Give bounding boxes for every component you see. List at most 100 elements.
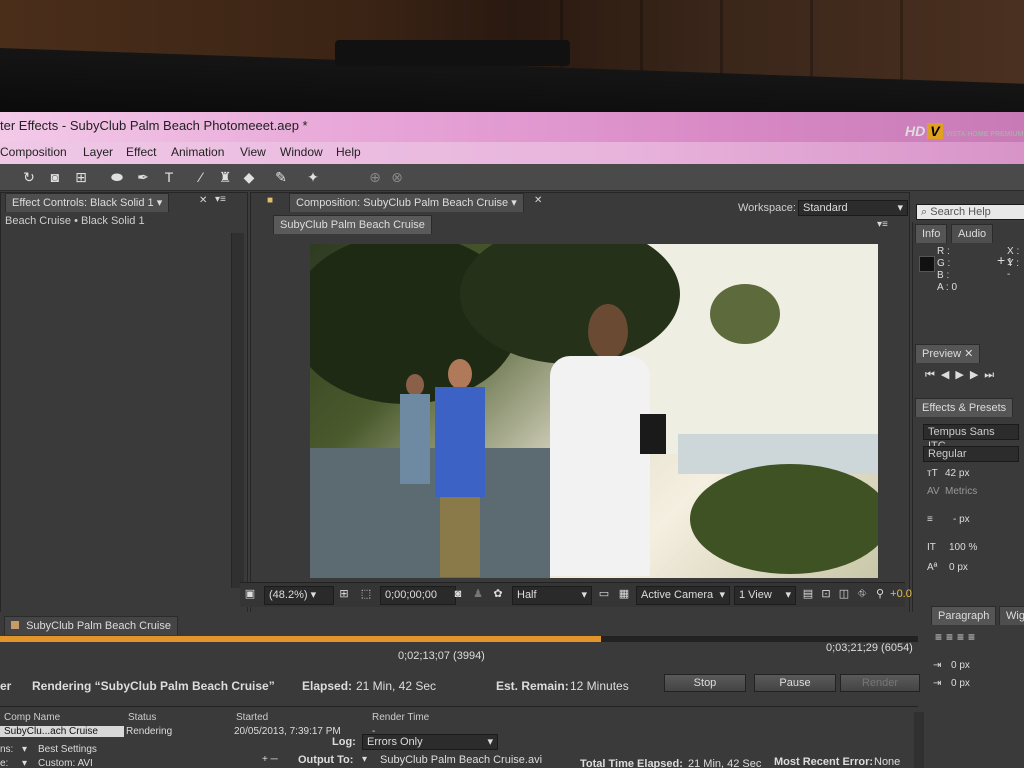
menu-effect[interactable]: Effect [126,145,156,159]
axis-world-icon[interactable]: ⊗ [388,168,406,186]
camera-tool-icon[interactable]: ◙ [46,168,64,186]
transparency-grid-icon[interactable]: ▦ [616,586,632,603]
paragraph-align-buttons[interactable]: ≡≡≡≡ [935,630,979,644]
mask-tool-icon[interactable]: ⬬ [108,168,126,186]
preview-transport-controls[interactable]: ⏮◀▶▶⏭ [925,368,1000,382]
column-status[interactable]: Status [128,712,156,723]
screen: ter Effects - SubyClub Palm Beach Photom… [0,112,1024,768]
snapshot-camera-icon[interactable]: ◙ [450,586,466,603]
workspace-select[interactable]: Standard ▾ [798,200,908,216]
column-started[interactable]: Started [236,712,268,723]
chevron-down-icon[interactable]: ▾ [22,744,27,755]
column-comp-name[interactable]: Comp Name [4,712,60,723]
close-icon[interactable]: ✕ [534,195,542,206]
chevron-down-icon: ▾ [785,589,791,601]
tab-audio[interactable]: Audio [951,224,994,243]
tab-effect-controls[interactable]: Effect Controls: Black Solid 1 ▾ [5,193,170,212]
output-module-value[interactable]: Custom: AVI [38,758,93,768]
channel-rgb-icon[interactable]: ✿ [490,586,506,603]
composition-viewer[interactable] [310,244,878,578]
render-settings-value[interactable]: Best Settings [38,744,97,755]
region-of-interest-icon[interactable]: ▭ [596,586,612,603]
exposure-value[interactable]: +0.0 [888,586,914,603]
menu-bar: Composition Layer Effect Animation View … [0,142,1024,164]
search-help-input[interactable]: ⌕ Search Help [916,204,1024,220]
scrollbar[interactable] [914,712,924,768]
pause-button[interactable]: Pause [754,674,836,692]
resolution-select[interactable]: Half ▾ [512,586,592,605]
row-comp-name[interactable]: SubyClu...ach Cruise [0,726,124,737]
clone-stamp-tool-icon[interactable]: ♜ [216,168,234,186]
kerning-value[interactable]: Metrics [945,486,977,497]
flowchart-icon[interactable]: ⛗ [854,586,870,603]
current-time-field[interactable]: 0;00;00;00 [380,586,456,605]
pen-tool-icon[interactable]: ✒ [134,168,152,186]
menu-help[interactable]: Help [336,145,361,159]
puppet-pin-tool-icon[interactable]: ✦ [304,168,322,186]
indent-first-value[interactable]: 0 px [951,678,970,689]
panel-menu-icon[interactable]: ▾≡ [215,194,226,205]
indent-left-value[interactable]: 0 px [951,660,970,671]
tab-effects-presets[interactable]: Effects & Presets [915,398,1014,417]
chevron-down-icon[interactable]: ▾ [362,754,367,765]
close-icon[interactable]: ✕ [199,195,207,206]
stop-button[interactable]: Stop [664,674,746,692]
timeline-icon[interactable]: ◫ [836,586,852,603]
menu-view[interactable]: View [240,145,266,159]
vertical-scale-icon: IT [927,542,936,553]
add-output-icon[interactable]: + ─ [262,754,278,765]
log-select[interactable]: Errors Only ▾ [362,734,498,750]
mask-visibility-icon[interactable]: ⬚ [358,586,374,603]
tab-wiggler[interactable]: Wigg [999,606,1024,625]
menu-composition[interactable]: Composition [0,145,67,159]
tab-composition[interactable]: Composition: SubyClub Palm Beach Cruise … [289,193,524,212]
grid-icon[interactable]: ⊞ [336,586,352,603]
font-style-select[interactable]: Regular [923,446,1019,462]
fast-preview-icon[interactable]: ⊡ [818,586,834,603]
lock-icon[interactable]: ■ [267,195,273,206]
effect-controls-subtitle: Beach Cruise • Black Solid 1 [5,215,145,227]
always-preview-icon[interactable]: ▣ [242,586,258,603]
monitor-webcam-bump [335,40,570,66]
tab-paragraph[interactable]: Paragraph [931,606,997,625]
font-size-value[interactable]: 42 px [945,468,969,479]
toggle-pixel-aspect-icon[interactable]: ▤ [800,586,816,603]
column-render-time[interactable]: Render Time [372,712,429,723]
pan-behind-tool-icon[interactable]: ⊞ [72,168,90,186]
render-button[interactable]: Render [840,674,920,692]
crosshair-icon: + [997,252,1006,268]
roto-brush-tool-icon[interactable]: ✎ [272,168,290,186]
eraser-tool-icon[interactable]: ◆ [240,168,258,186]
tab-render-queue[interactable]: SubyClub Palm Beach Cruise [4,616,178,635]
workspace-label: Workspace: [738,202,796,214]
view-layout-select[interactable]: 1 View ▾ [734,586,796,605]
magnification-select[interactable]: (48.2%) ▾ [264,586,334,605]
stroke-width-value[interactable]: - px [953,514,970,525]
panel-menu-icon[interactable]: ▾≡ [877,219,888,230]
viewer-controls-bar: ▣ (48.2%) ▾ ⊞ ⬚ 0;00;00;00 ◙ ♟ ✿ Half ▾ ▭… [240,582,912,607]
tab-info[interactable]: Info [915,224,948,243]
menu-layer[interactable]: Layer [83,145,113,159]
recent-error-label: Most Recent Error: [774,756,874,768]
vertical-scale-value[interactable]: 100 % [949,542,977,553]
chevron-down-icon[interactable]: ▾ [22,758,27,768]
kerning-icon: AV [927,486,940,497]
menu-window[interactable]: Window [280,145,323,159]
brush-tool-icon[interactable]: ⁄ [192,168,210,186]
exposure-reset-icon[interactable]: ⚲ [872,586,888,603]
menu-animation[interactable]: Animation [171,145,224,159]
views-value: 1 View [739,589,772,601]
show-snapshot-icon[interactable]: ♟ [470,586,486,603]
camera-view-select[interactable]: Active Camera ▾ [636,586,730,605]
chevron-down-icon: ▾ [897,202,903,214]
rotate-tool-icon[interactable]: ↻ [20,168,38,186]
composition-subtab[interactable]: SubyClub Palm Beach Cruise [273,215,432,234]
type-tool-icon[interactable]: T [160,168,178,186]
scrollbar[interactable] [231,233,244,588]
baseline-shift-value[interactable]: 0 px [949,562,968,573]
tab-preview[interactable]: Preview ✕ [915,344,981,363]
output-to-value[interactable]: SubyClub Palm Beach Cruise.avi [380,754,542,766]
axis-local-icon[interactable]: ⊕ [366,168,384,186]
workspace-value: Standard [803,202,848,214]
font-family-select[interactable]: Tempus Sans ITC [923,424,1019,452]
